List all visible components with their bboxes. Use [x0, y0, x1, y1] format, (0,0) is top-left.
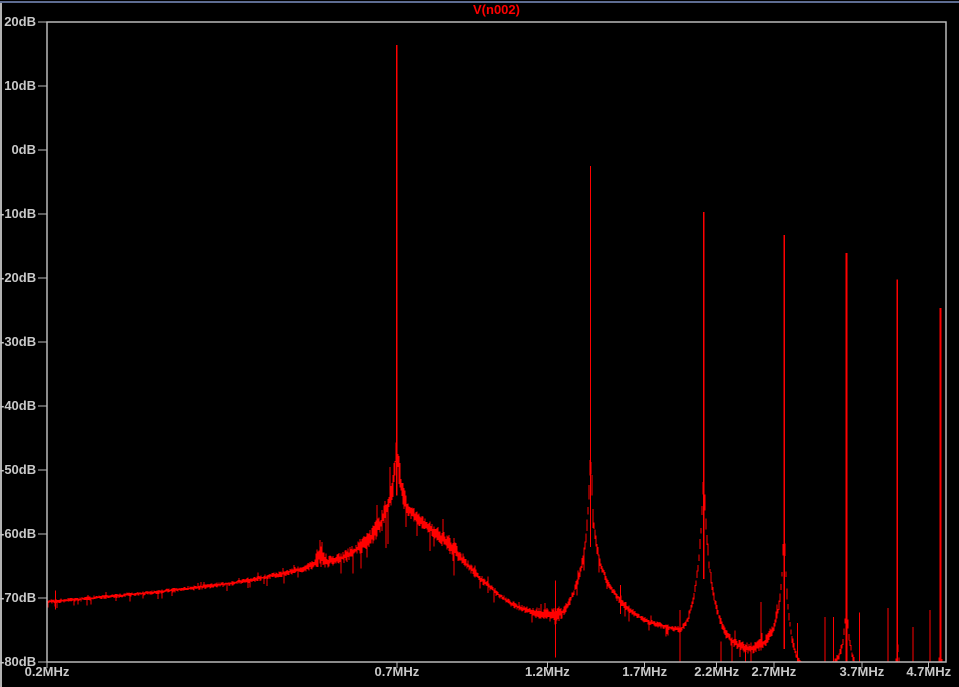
y-axis-label: -50dB [0, 462, 37, 477]
x-axis-label: 1.2MHz [525, 664, 570, 679]
y-axis-label: -10dB [0, 206, 37, 221]
y-axis-label: -30dB [0, 334, 37, 349]
waveform-pane: V(n002) 20dB 10dB 0dB -10dB -20dB -30dB -40dB -… [0, 0, 959, 687]
x-axis-label: 1.7MHz [622, 664, 668, 679]
x-axis-label: 0.2MHz [24, 664, 70, 679]
y-axis-label: 0dB [11, 142, 36, 157]
spur-spikes [54, 580, 931, 662]
y-axis-label: -20dB [0, 270, 37, 285]
noise-floor-trace [47, 441, 943, 662]
y-axis-label: 10dB [4, 78, 36, 93]
x-axis-label: 0.7MHz [374, 664, 420, 679]
y-axis-label: 20dB [4, 14, 36, 29]
y-axis-label: -60dB [0, 526, 37, 541]
plot-border [46, 21, 947, 663]
x-axis-label: 2.7MHz [751, 664, 797, 679]
y-axis-label: -40dB [0, 398, 37, 413]
axis-ticks [38, 21, 930, 668]
fft-plot-area[interactable] [0, 0, 959, 687]
x-axis-label: 4.7MHz [906, 664, 952, 679]
fft-trace[interactable] [47, 45, 943, 676]
y-axis-label: -70dB [0, 590, 37, 605]
